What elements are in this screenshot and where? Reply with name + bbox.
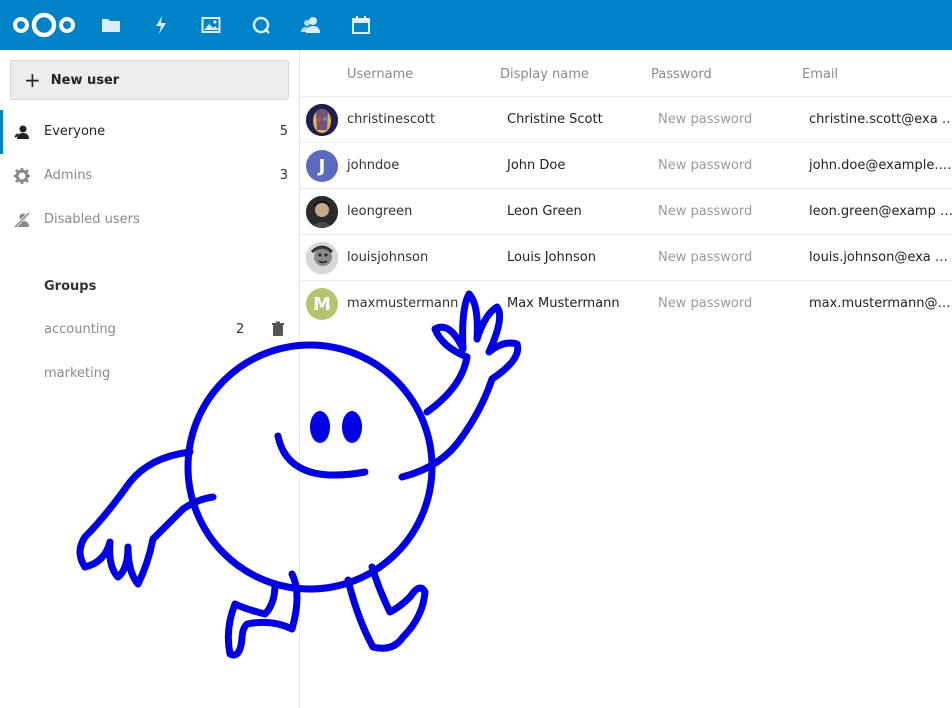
users-table: Username Display name Password Email chr… xyxy=(300,50,952,327)
files-app-link[interactable] xyxy=(99,13,123,37)
nextcloud-logo[interactable] xyxy=(12,9,76,41)
cell-username: maxmustermann xyxy=(347,296,459,311)
cell-username: johndoe xyxy=(347,158,400,173)
groups-heading: Groups xyxy=(44,279,97,294)
cell-password-input[interactable]: New password xyxy=(658,250,752,265)
avatar: M xyxy=(306,288,338,320)
sidebar-item-count: 5 xyxy=(279,124,288,139)
avatar-photo xyxy=(306,196,338,228)
cell-password-input[interactable]: New password xyxy=(658,112,752,127)
group-item-accounting[interactable]: accounting 2 xyxy=(0,308,299,352)
group-count: 2 xyxy=(236,322,245,337)
group-label: marketing xyxy=(44,366,111,381)
cell-email[interactable]: leon.green@examp … xyxy=(809,204,952,219)
cell-display-name[interactable]: Leon Green xyxy=(507,204,582,219)
cell-username: louisjohnson xyxy=(347,250,429,265)
gallery-app-link[interactable] xyxy=(199,13,223,37)
user-icon xyxy=(13,123,31,141)
trash-icon[interactable] xyxy=(270,321,286,337)
cell-password-input[interactable]: New password xyxy=(658,158,752,173)
cell-password-input[interactable]: New password xyxy=(658,204,752,219)
gear-icon xyxy=(13,167,31,185)
new-user-label: New user xyxy=(50,72,120,88)
search-app-link[interactable] xyxy=(249,13,273,37)
sidebar: + New user Everyone 5 Admins 3 Disabled … xyxy=(0,50,300,708)
avatar xyxy=(306,242,338,274)
contacts-icon xyxy=(301,17,320,33)
cell-email[interactable]: christine.scott@exa … xyxy=(809,112,952,127)
cell-username: christinescott xyxy=(347,112,436,127)
new-user-button[interactable]: + New user xyxy=(10,60,289,100)
sidebar-item-everyone[interactable]: Everyone 5 xyxy=(0,110,299,154)
group-item-marketing[interactable]: marketing xyxy=(0,352,299,396)
table-row: leongreen Leon Green New password leon.g… xyxy=(300,189,952,235)
activity-app-link[interactable] xyxy=(149,13,173,37)
cell-email[interactable]: max.mustermann@… xyxy=(809,296,952,311)
cell-display-name[interactable]: John Doe xyxy=(507,158,565,173)
sidebar-item-label: Everyone xyxy=(44,124,106,139)
table-row: louisjohnson Louis Johnson New password … xyxy=(300,235,952,281)
plus-icon: + xyxy=(24,68,41,92)
cell-email[interactable]: louis.johnson@exa … xyxy=(809,250,952,265)
avatar-photo xyxy=(306,104,338,136)
avatar: J xyxy=(306,150,338,182)
sidebar-item-label: Admins xyxy=(44,168,93,183)
disabled-user-icon xyxy=(13,211,31,229)
sidebar-item-count: 3 xyxy=(279,168,288,183)
group-label: accounting xyxy=(44,322,116,337)
column-header-display-name[interactable]: Display name xyxy=(500,67,589,82)
sidebar-item-disabled-users[interactable]: Disabled users xyxy=(0,198,299,242)
column-header-username[interactable]: Username xyxy=(347,67,413,82)
search-icon xyxy=(252,16,270,34)
cell-username: leongreen xyxy=(347,204,413,219)
folder-icon xyxy=(102,19,120,32)
lightning-icon xyxy=(156,16,166,34)
cell-display-name[interactable]: Max Mustermann xyxy=(507,296,620,311)
column-header-email[interactable]: Email xyxy=(802,67,838,82)
table-row: M maxmustermann Max Mustermann New passw… xyxy=(300,281,952,327)
column-header-password: Password xyxy=(651,67,712,82)
sidebar-item-admins[interactable]: Admins 3 xyxy=(0,154,299,198)
cell-display-name[interactable]: Christine Scott xyxy=(507,112,603,127)
table-row: christinescott Christine Scott New passw… xyxy=(300,97,952,143)
cell-email[interactable]: john.doe@example.… xyxy=(809,158,952,173)
avatar xyxy=(306,196,338,228)
contacts-app-link[interactable] xyxy=(299,13,323,37)
image-icon xyxy=(201,17,221,33)
table-row: J johndoe John Doe New password john.doe… xyxy=(300,143,952,189)
calendar-icon xyxy=(352,16,370,34)
sidebar-item-label: Disabled users xyxy=(44,212,140,227)
avatar-photo xyxy=(306,242,338,274)
calendar-app-link[interactable] xyxy=(349,13,373,37)
avatar xyxy=(306,104,338,136)
cell-password-input[interactable]: New password xyxy=(658,296,752,311)
table-header: Username Display name Password Email xyxy=(300,50,952,97)
cell-display-name[interactable]: Louis Johnson xyxy=(507,250,596,265)
app-header xyxy=(0,0,952,50)
